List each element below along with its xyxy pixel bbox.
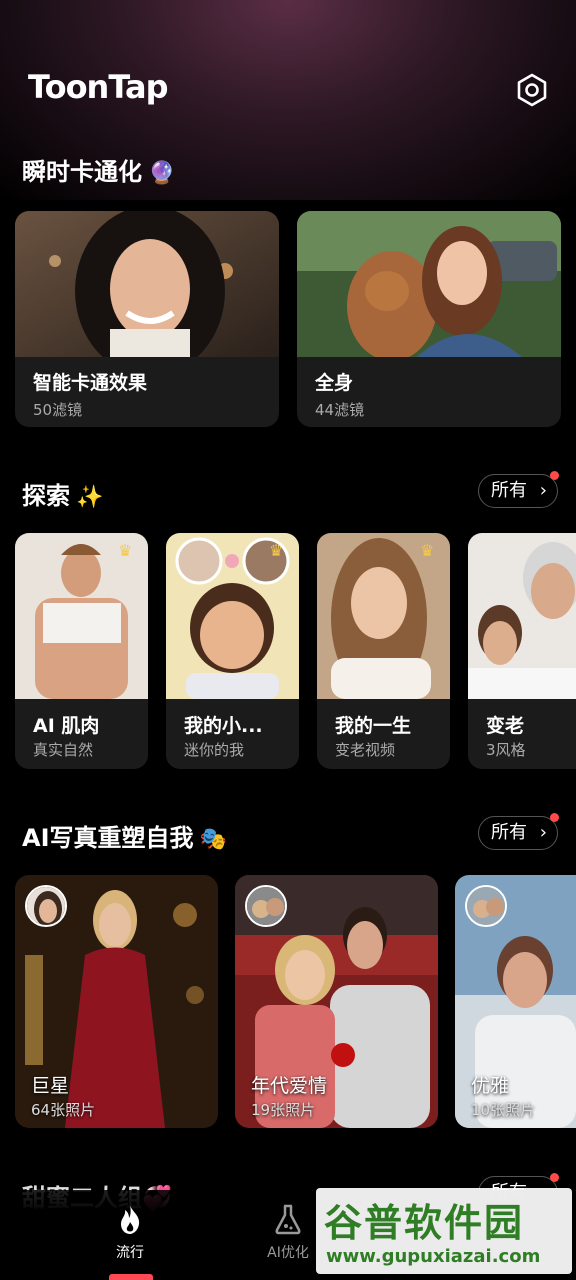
- section-title-portrait: AI写真重塑自我 🎭: [22, 818, 227, 853]
- chevron-right-icon: ›: [539, 480, 547, 501]
- card-retro-romance[interactable]: 年代爱情 19张照片: [235, 875, 438, 1128]
- portrait-all-button[interactable]: 所有 ›: [478, 813, 559, 850]
- card-title: 我的小...: [184, 715, 263, 737]
- section-title-text: 探索: [22, 482, 70, 510]
- section-title-text: 瞬时卡通化: [22, 158, 142, 186]
- card-mini-me[interactable]: ♛ 我的小... 迷你的我: [166, 533, 299, 769]
- section-title-instant: 瞬时卡通化 🔮: [22, 152, 175, 187]
- avatar: [25, 885, 67, 927]
- card-title: 全身: [315, 372, 354, 394]
- watermark-url: www.gupuxiazai.com: [326, 1246, 541, 1267]
- card-subtitle: 10张照片: [471, 1101, 536, 1119]
- avatar: [465, 885, 507, 927]
- card-image: [15, 211, 279, 357]
- card-elegant[interactable]: 优雅 10张照片: [455, 875, 576, 1128]
- chevron-right-icon: ›: [539, 822, 547, 843]
- card-subtitle: 44滤镜: [315, 401, 365, 419]
- crown-icon: ♛: [269, 541, 284, 560]
- section-title-explore: 探索 ✨: [22, 476, 103, 511]
- notification-dot: [550, 471, 559, 480]
- card-subtitle: 19张照片: [251, 1101, 316, 1119]
- section-title-text: AI写真重塑自我: [22, 824, 194, 852]
- masks-icon: 🎭: [199, 827, 227, 852]
- card-subtitle: 真实自然: [33, 741, 94, 759]
- card-my-life[interactable]: ♛ 我的一生 变老视频: [317, 533, 450, 769]
- card-superstar[interactable]: 巨星 64张照片: [15, 875, 218, 1128]
- flame-icon: [121, 1205, 140, 1234]
- all-label: 所有: [491, 822, 527, 843]
- notification-dot: [550, 813, 559, 822]
- active-tab-indicator: [109, 1274, 153, 1280]
- card-title: AI 肌肉: [33, 715, 100, 737]
- all-label: 所有: [491, 480, 527, 501]
- card-smart-cartoon[interactable]: 智能卡通效果 50滤镜: [15, 211, 279, 427]
- tab-label: 流行: [116, 1245, 144, 1261]
- card-image: [297, 211, 561, 357]
- notification-dot: [550, 1173, 559, 1182]
- card-title: 智能卡通效果: [33, 372, 148, 394]
- card-title: 巨星: [31, 1075, 70, 1097]
- card-title: 优雅: [471, 1075, 510, 1097]
- watermark: 谷普软件园 www.gupuxiazai.com: [316, 1188, 572, 1274]
- settings-button[interactable]: [512, 70, 552, 110]
- card-ai-muscle[interactable]: ♛ AI 肌肉 真实自然: [15, 533, 148, 769]
- crystal-ball-icon: 🔮: [148, 161, 176, 186]
- card-subtitle: 迷你的我: [184, 741, 245, 759]
- card-title: 变老: [486, 715, 525, 737]
- card-full-body[interactable]: 全身 44滤镜: [297, 211, 561, 427]
- card-title: 年代爱情: [251, 1075, 328, 1097]
- card-title: 我的一生: [335, 715, 412, 737]
- card-subtitle: 变老视频: [335, 741, 396, 759]
- crown-icon: ♛: [118, 541, 133, 560]
- card-subtitle: 50滤镜: [33, 401, 83, 419]
- card-aging[interactable]: 变老 3风格: [468, 533, 576, 769]
- card-subtitle: 64张照片: [31, 1101, 96, 1119]
- card-image: [468, 533, 576, 699]
- tab-trending[interactable]: 流行: [80, 1202, 180, 1262]
- avatar: [245, 885, 287, 927]
- explore-all-button[interactable]: 所有 ›: [478, 471, 559, 508]
- gear-icon: [517, 73, 547, 107]
- app-header: ToonTap: [0, 60, 576, 120]
- flask-icon: [275, 1204, 301, 1235]
- watermark-title: 谷普软件园: [324, 1201, 525, 1245]
- sparkles-icon: ✨: [76, 485, 104, 510]
- app-logo: ToonTap: [28, 68, 169, 106]
- card-subtitle: 3风格: [486, 741, 526, 759]
- crown-icon: ♛: [420, 541, 435, 560]
